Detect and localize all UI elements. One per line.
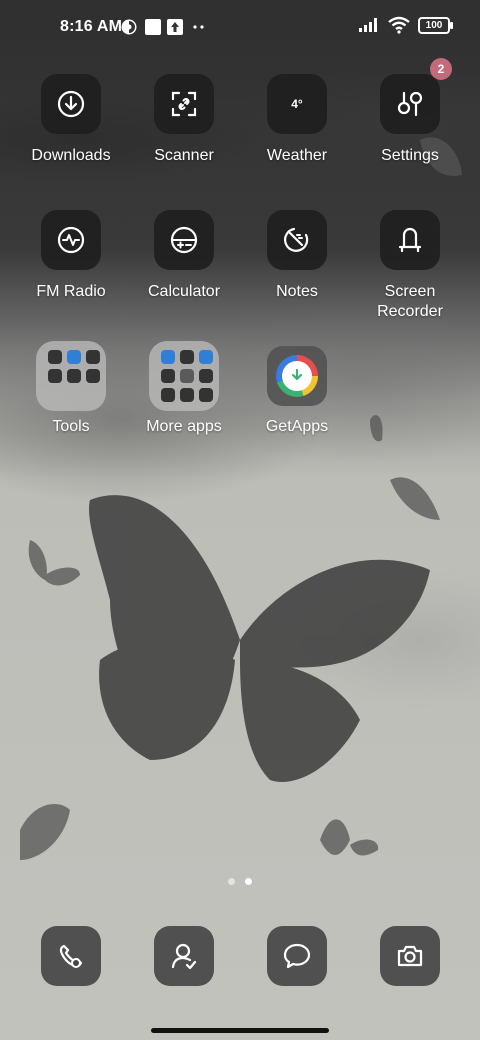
page-indicator[interactable] [228,878,252,885]
folder-tools[interactable]: Tools [14,341,128,437]
app-fm-radio[interactable]: FM Radio [14,210,128,302]
camera-icon [397,945,423,967]
app-label: FM Radio [36,283,106,300]
app-label: Screen Recorder [377,283,443,320]
getapps-icon [276,355,318,397]
download-icon [57,90,85,118]
signal-icon [359,18,377,32]
notes-icon [284,227,309,252]
app-label: Settings [381,147,439,164]
app-screen-recorder[interactable]: Screen Recorder [353,210,467,322]
app-getapps[interactable]: GetApps [240,346,354,437]
app-downloads[interactable]: Downloads [14,74,128,166]
app-label: GetApps [265,418,329,435]
contacts-icon [171,943,197,970]
app-label: Notes [276,283,318,300]
app-label: More apps [146,418,222,435]
app-calculator[interactable]: Calculator [127,210,241,302]
upload-icon [167,19,183,35]
app-label: Tools [52,418,90,435]
weather-icon: 4° [267,74,327,134]
app-label: Downloads [31,147,111,164]
notification-badge: 2 [430,58,452,80]
status-time: 8:16 AM [60,18,123,35]
getapps-download-icon [291,368,303,381]
more-notifications-icon [193,25,204,29]
screen-recorder-icon [398,227,422,253]
status-bar: 8:16 AM 100 [0,0,480,56]
app-label: Weather [266,147,328,164]
scanner-icon [171,91,197,117]
app-weather[interactable]: 4° Weather [240,74,354,166]
app-settings[interactable]: 2 Settings [353,58,467,166]
folder-more-apps[interactable]: More apps [127,341,241,437]
messages-icon [283,943,311,969]
folder-icon [36,341,106,411]
app-notes[interactable]: Notes [240,210,354,302]
dock-phone[interactable] [41,926,101,986]
phone-icon [59,944,83,968]
home-indicator[interactable] [151,1028,329,1033]
dock-camera[interactable] [380,926,440,986]
page-dot[interactable] [228,878,235,885]
app-scanner[interactable]: Scanner [127,74,241,166]
wifi-icon [388,16,410,34]
page-dot-active[interactable] [245,878,252,885]
radio-icon [57,226,85,254]
weather-temperature: 4° [291,97,303,111]
status-right: 100 [358,16,453,34]
notification-square-icon [145,19,161,35]
dock-contacts[interactable] [154,926,214,986]
app-label: Scanner [154,147,214,164]
dock-messages[interactable] [267,926,327,986]
settings-icon [397,91,423,117]
folder-icon [149,341,219,411]
app-label: Calculator [147,283,221,300]
calculator-icon [170,226,198,254]
data-saver-icon [121,19,137,35]
battery-indicator: 100 [418,16,453,34]
